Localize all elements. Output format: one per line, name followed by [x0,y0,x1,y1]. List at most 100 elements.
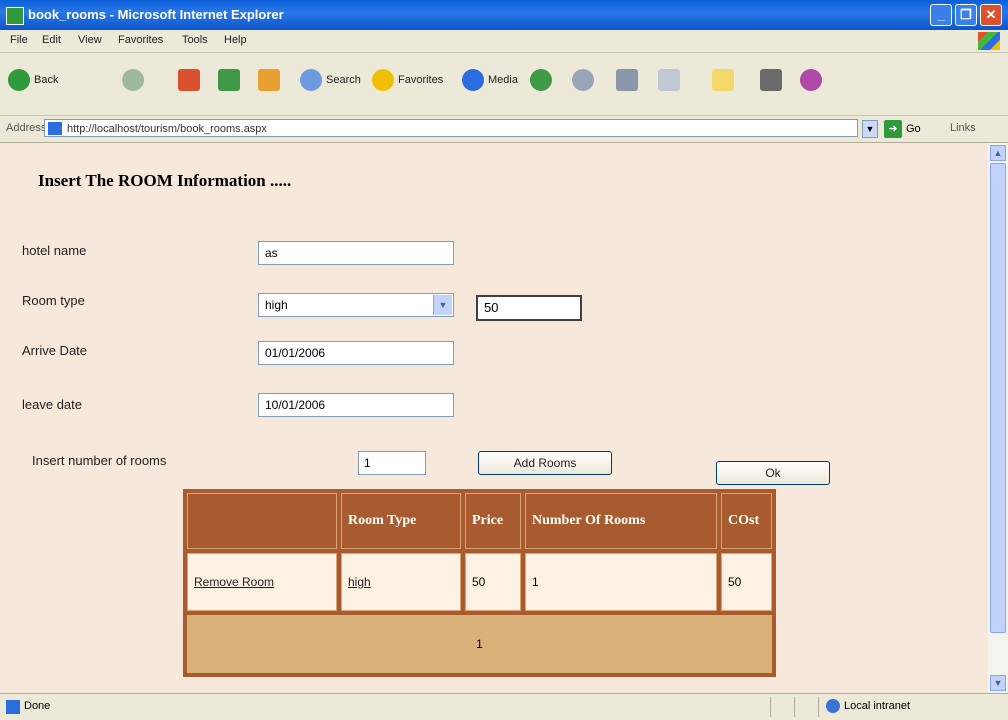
page-content: Insert The ROOM Information ..... hotel … [0,143,988,693]
column-header-room-type: Room Type [341,493,461,549]
room-type-cell: high [341,553,461,611]
close-button[interactable]: ✕ [980,4,1002,26]
security-zone: Local intranet [826,699,910,713]
column-header-action [187,493,337,549]
ie-icon [6,7,24,25]
windows-logo-icon [978,32,1000,50]
history-button[interactable] [530,67,556,93]
column-header-cost: COst [721,493,772,549]
minimize-button[interactable]: _ [930,4,952,26]
mail-button[interactable] [572,67,598,93]
add-rooms-button[interactable]: Add Rooms [478,451,612,475]
scroll-down-icon[interactable]: ▼ [990,675,1006,691]
media-label: Media [488,74,518,86]
leave-date-input[interactable]: 10/01/2006 [258,393,454,417]
menu-edit[interactable]: Edit [42,34,61,46]
status-text: Done [24,700,51,712]
back-button[interactable]: Back [8,67,58,93]
menu-file[interactable]: File [10,34,28,46]
number-of-rooms-input[interactable]: 1 [358,451,426,475]
print-button[interactable] [616,67,642,93]
hotel-name-input[interactable]: as [258,241,454,265]
media-button[interactable]: Media [462,67,518,93]
messenger-button[interactable] [800,67,826,93]
rooms-count-cell: 1 [525,553,717,611]
edit-page-icon [658,69,680,91]
refresh-button[interactable] [218,67,244,93]
address-bar: Address http://localhost/tourism/book_ro… [0,116,1008,143]
messenger-icon [800,69,822,91]
table-row: Remove Room high 50 1 50 [187,553,772,611]
edit-button[interactable] [658,67,684,93]
leave-date-label: leave date [22,397,82,412]
go-button[interactable]: ➜ Go [884,120,921,138]
page-done-icon [6,700,20,714]
scroll-up-icon[interactable]: ▲ [990,145,1006,161]
maximize-button[interactable]: ❐ [955,4,977,26]
arrive-date-input[interactable]: 01/01/2006 [258,341,454,365]
menu-help[interactable]: Help [224,34,247,46]
page-title: Insert The ROOM Information ..... [38,171,292,190]
discuss-button[interactable] [712,67,738,93]
go-label: Go [906,123,921,135]
menu-tools[interactable]: Tools [182,34,208,46]
rooms-table: Room Type Price Number Of Rooms COst Rem… [183,489,776,677]
star-icon [372,69,394,91]
remove-room-link[interactable]: Remove Room [194,575,274,589]
status-bar: Done Local intranet [0,693,1008,720]
address-label: Address [6,122,47,134]
links-button[interactable]: Links [950,122,976,134]
forward-arrow-icon [122,69,144,91]
toolbar: Back Search Favorites Media [0,53,1008,116]
print-icon [616,69,638,91]
pager-row: 1 [187,615,772,673]
scroll-thumb[interactable] [990,163,1006,633]
room-type-label: Room type [22,293,85,308]
status-divider [770,697,771,717]
search-label: Search [326,74,361,86]
mail-icon [572,69,594,91]
refresh-icon [218,69,240,91]
room-type-value: high [265,298,288,312]
hotel-name-label: hotel name [22,243,87,258]
back-arrow-icon [8,69,30,91]
cost-cell: 50 [721,553,772,611]
arrive-date-label: Arrive Date [22,343,88,358]
status-divider [818,697,819,717]
address-input[interactable]: http://localhost/tourism/book_rooms.aspx [44,119,858,137]
stop-icon [178,69,200,91]
go-arrow-icon: ➜ [884,120,902,138]
favorites-button[interactable]: Favorites [372,67,443,93]
zone-label: Local intranet [844,700,911,712]
back-label: Back [34,74,59,86]
vertical-scrollbar[interactable]: ▲ ▼ [988,143,1008,693]
address-dropdown[interactable]: ▼ [862,120,878,138]
column-header-number-of-rooms: Number Of Rooms [525,493,717,549]
room-type-select[interactable]: high ▼ [258,293,454,317]
home-button[interactable] [258,67,284,93]
price-input[interactable]: 50 [476,295,582,321]
forward-button[interactable] [122,67,148,93]
search-icon [300,69,322,91]
intranet-icon [826,699,840,713]
menu-view[interactable]: View [78,34,102,46]
research-button[interactable] [760,67,786,93]
stop-button[interactable] [178,67,204,93]
history-icon [530,69,552,91]
chevron-down-icon[interactable]: ▼ [433,295,452,315]
search-button[interactable]: Search [300,67,361,93]
media-icon [462,69,484,91]
ok-button[interactable]: Ok [716,461,830,485]
menu-bar: File Edit View Favorites Tools Help [0,30,1008,53]
price-cell: 50 [465,553,521,611]
room-type-link[interactable]: high [348,575,371,589]
window-title: book_rooms - Microsoft Internet Explorer [28,7,284,22]
page-icon [48,122,62,135]
table-header-row: Room Type Price Number Of Rooms COst [187,493,772,549]
menu-favorites[interactable]: Favorites [118,34,163,46]
title-bar: book_rooms - Microsoft Internet Explorer… [0,0,1008,30]
home-icon [258,69,280,91]
discuss-icon [712,69,734,91]
pager-page-number[interactable]: 1 [187,615,772,673]
favorites-label: Favorites [398,74,444,86]
